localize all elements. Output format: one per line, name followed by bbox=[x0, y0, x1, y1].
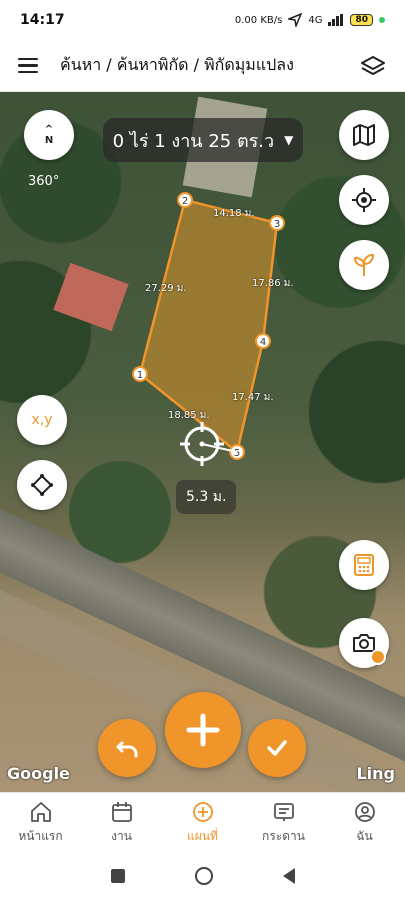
board-icon bbox=[273, 802, 294, 821]
checkmark-icon bbox=[267, 740, 287, 756]
nav-label-jobs: งาน bbox=[111, 828, 132, 843]
google-attribution: Google bbox=[7, 764, 70, 783]
app-bar: ค้นหา / ค้นหาพิกัด / พิกัดมุมแปลง bbox=[0, 40, 405, 92]
caret-up-icon: ^ bbox=[44, 123, 54, 135]
vertex-label-3: 3 bbox=[274, 219, 280, 230]
screen: 14:17 0.00 KB/s 4G 80 ค้นหา / ค้นหาพิกัด… bbox=[0, 0, 405, 900]
nav-label-home: หน้าแรก bbox=[18, 828, 63, 843]
nav-label-board: กระดาน bbox=[262, 828, 305, 843]
my-location-button[interactable] bbox=[339, 175, 389, 225]
map-view-button[interactable] bbox=[339, 110, 389, 160]
vertex-label-1: 1 bbox=[137, 370, 143, 381]
vertex-label-4: 4 bbox=[260, 337, 266, 348]
nav-item-jobs[interactable]: งาน bbox=[81, 793, 162, 852]
calendar-icon bbox=[111, 801, 132, 822]
nav-item-home[interactable]: หน้าแรก bbox=[0, 793, 81, 852]
bottom-navigation: หน้าแรก งาน แผนที่ กระดาน ฉัน bbox=[0, 792, 405, 852]
status-time: 14:17 bbox=[20, 12, 65, 28]
plant-button[interactable] bbox=[339, 240, 389, 290]
satellite-map[interactable]: 1 2 3 4 5 14.18 ม. 17.86 ม. 27.29 ม. 17.… bbox=[0, 92, 405, 792]
rotation-label: 360° bbox=[28, 174, 60, 189]
layers-icon[interactable] bbox=[359, 52, 387, 80]
segment-label: 14.18 ม. bbox=[213, 208, 255, 219]
calculator-icon bbox=[354, 554, 374, 576]
home-circle-icon[interactable] bbox=[194, 867, 213, 885]
vertex-label-5: 5 bbox=[234, 448, 240, 459]
segment-label: 17.47 ม. bbox=[232, 392, 274, 403]
status-icons: 0.00 KB/s 4G 80 bbox=[235, 13, 385, 27]
segment-label: 17.86 ม. bbox=[252, 278, 294, 289]
home-icon bbox=[30, 801, 51, 822]
xy-label: x,y bbox=[31, 412, 53, 428]
back-icon[interactable] bbox=[282, 868, 295, 884]
status-bar: 14:17 0.00 KB/s 4G 80 bbox=[0, 0, 405, 40]
ling-attribution: Ling bbox=[356, 764, 395, 783]
nav-label-me: ฉัน bbox=[356, 828, 373, 843]
nav-item-board[interactable]: กระดาน bbox=[243, 793, 324, 852]
gps-target-icon bbox=[352, 188, 376, 212]
segment-label: 18.85 ม. bbox=[168, 410, 210, 421]
compass-north-label: N bbox=[44, 134, 54, 146]
confirm-button[interactable] bbox=[248, 719, 306, 777]
signal-icon bbox=[328, 14, 344, 26]
undo-icon bbox=[116, 741, 138, 758]
nav-item-map[interactable]: แผนที่ bbox=[162, 793, 243, 852]
plus-icon bbox=[186, 713, 220, 747]
undo-button[interactable] bbox=[98, 719, 156, 777]
location-icon bbox=[288, 13, 303, 27]
nav-label-map: แผนที่ bbox=[187, 828, 218, 843]
coordinate-input-button[interactable]: x,y bbox=[17, 395, 67, 445]
diamond-vertex-icon bbox=[31, 474, 53, 496]
network-type: 4G bbox=[308, 14, 323, 26]
profile-icon bbox=[354, 801, 375, 822]
system-navigation-bar bbox=[0, 852, 405, 900]
chevron-down-icon: ▼ bbox=[284, 133, 294, 147]
add-point-button[interactable] bbox=[165, 692, 241, 768]
page-title-breadcrumb: ค้นหา / ค้นหาพิกัด / พิกัดมุมแปลง bbox=[60, 55, 294, 74]
area-selector[interactable]: 0 ไร่ 1 งาน 25 ตร.ว ▼ bbox=[103, 118, 303, 162]
shape-tool-button[interactable] bbox=[17, 460, 67, 510]
map-add-icon bbox=[192, 801, 213, 822]
net-speed: 0.00 KB/s bbox=[234, 14, 283, 26]
recents-icon[interactable] bbox=[110, 869, 125, 883]
nav-item-me[interactable]: ฉัน bbox=[324, 793, 405, 852]
battery-indicator: 80 bbox=[350, 14, 373, 26]
compass-button[interactable]: ^ N bbox=[24, 110, 74, 160]
map-icon bbox=[353, 124, 375, 146]
green-dot-icon bbox=[379, 17, 385, 23]
vertex-label-2: 2 bbox=[182, 196, 188, 207]
sprout-icon bbox=[353, 253, 375, 276]
calculator-button[interactable] bbox=[339, 540, 389, 590]
hamburger-icon[interactable] bbox=[18, 53, 44, 79]
crown-badge-icon bbox=[370, 649, 386, 665]
measure-distance: 5.3 ม. bbox=[176, 480, 237, 514]
segment-label: 27.29 ม. bbox=[145, 283, 187, 294]
area-value: 0 ไร่ 1 งาน 25 ตร.ว bbox=[112, 130, 275, 152]
